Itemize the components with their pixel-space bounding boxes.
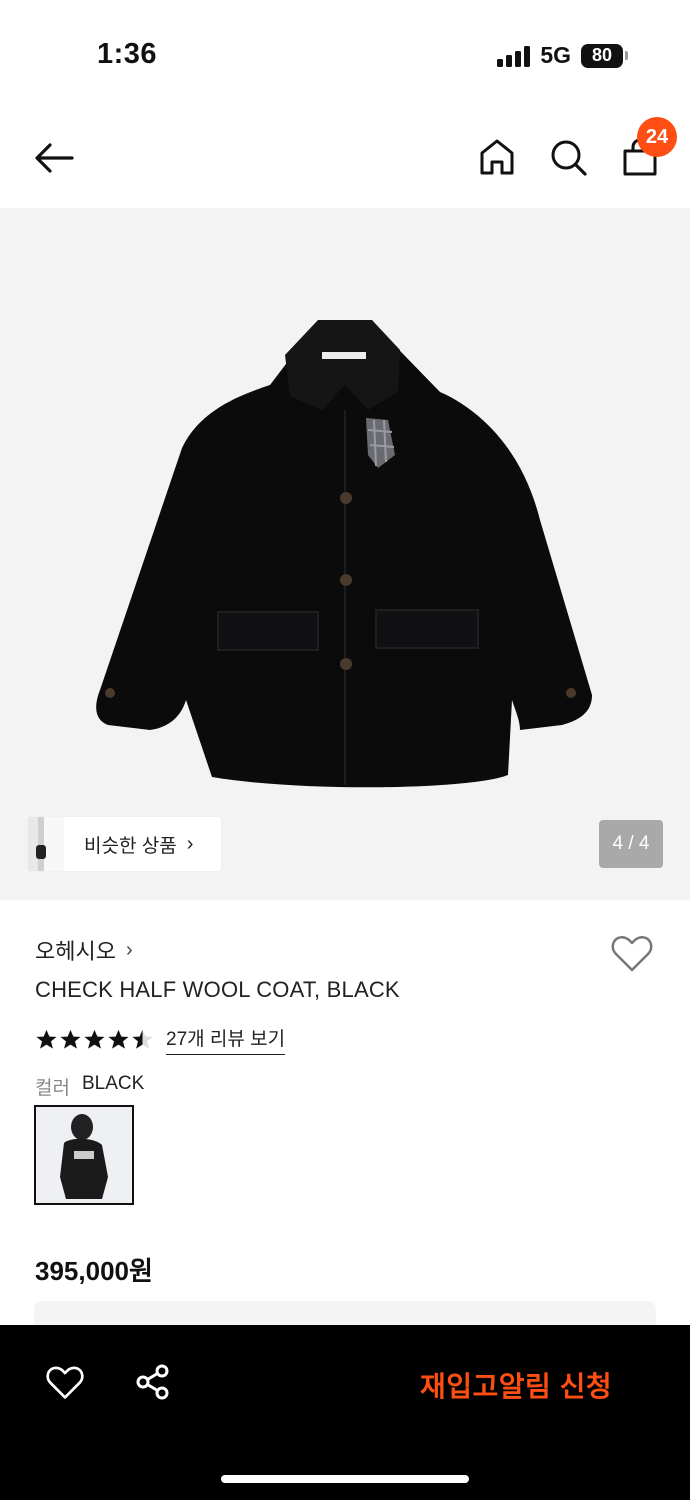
home-button[interactable] — [475, 134, 519, 180]
chevron-right-icon: › — [186, 832, 194, 855]
wishlist-button[interactable] — [610, 934, 654, 974]
image-page-indicator: 4 / 4 — [599, 820, 663, 868]
product-price: 395,000원 — [35, 1256, 153, 1286]
home-icon — [480, 139, 514, 175]
battery-icon: 80 — [581, 43, 628, 68]
top-nav — [0, 112, 690, 208]
color-swatch-black[interactable] — [34, 1105, 134, 1205]
search-button[interactable] — [546, 134, 590, 180]
color-label: 컬러 — [35, 1078, 70, 1099]
similar-products-button[interactable]: 비슷한 상품 › — [28, 817, 221, 871]
share-icon — [136, 1364, 169, 1400]
bottom-wishlist-button[interactable] — [45, 1365, 85, 1401]
product-image-gallery[interactable]: 비슷한 상품 › 4 / 4 — [0, 208, 690, 900]
cellular-signal-icon — [497, 45, 531, 67]
network-type: 5G — [540, 42, 571, 68]
status-indicators: 5G 80 — [497, 42, 628, 69]
status-time: 1:36 — [97, 38, 158, 70]
color-value: BLACK — [81, 1073, 145, 1094]
model-thumbnail-image — [36, 1107, 132, 1203]
bottom-action-bar: 재입고알림 신청 — [0, 1325, 690, 1500]
chevron-right-icon: › — [125, 938, 133, 961]
cart-count-badge: 24 — [637, 117, 677, 157]
star-filled-icon — [36, 1029, 57, 1049]
status-bar: 1:36 5G 80 — [0, 0, 690, 110]
rating-row: 27개 리뷰 보기 — [35, 1024, 286, 1055]
coat-product-image — [96, 320, 593, 788]
home-indicator — [221, 1475, 469, 1483]
heart-outline-icon — [46, 1366, 84, 1399]
brand-name: 오헤시오 — [35, 939, 116, 964]
star-half-icon — [132, 1029, 153, 1049]
similar-products-label: 비슷한 상품 — [84, 835, 177, 857]
reviews-link[interactable]: 27개 리뷰 보기 — [166, 1024, 286, 1055]
share-button[interactable] — [134, 1363, 172, 1401]
star-filled-icon — [108, 1029, 129, 1049]
battery-level: 80 — [581, 43, 623, 68]
heart-outline-icon — [611, 935, 653, 972]
back-button[interactable] — [30, 138, 80, 178]
restock-alert-button[interactable]: 재입고알림 신청 — [420, 1365, 612, 1405]
similar-product-thumbnail — [28, 817, 64, 871]
search-icon — [551, 140, 587, 176]
arrow-left-icon — [35, 143, 74, 173]
brand-link[interactable]: 오헤시오 › — [35, 934, 133, 966]
star-filled-icon — [60, 1029, 81, 1049]
product-title: CHECK HALF WOOL COAT, BLACK — [35, 977, 400, 1002]
color-row: 컬러 BLACK — [35, 1073, 144, 1100]
star-filled-icon — [84, 1029, 105, 1049]
star-rating — [35, 1028, 154, 1051]
